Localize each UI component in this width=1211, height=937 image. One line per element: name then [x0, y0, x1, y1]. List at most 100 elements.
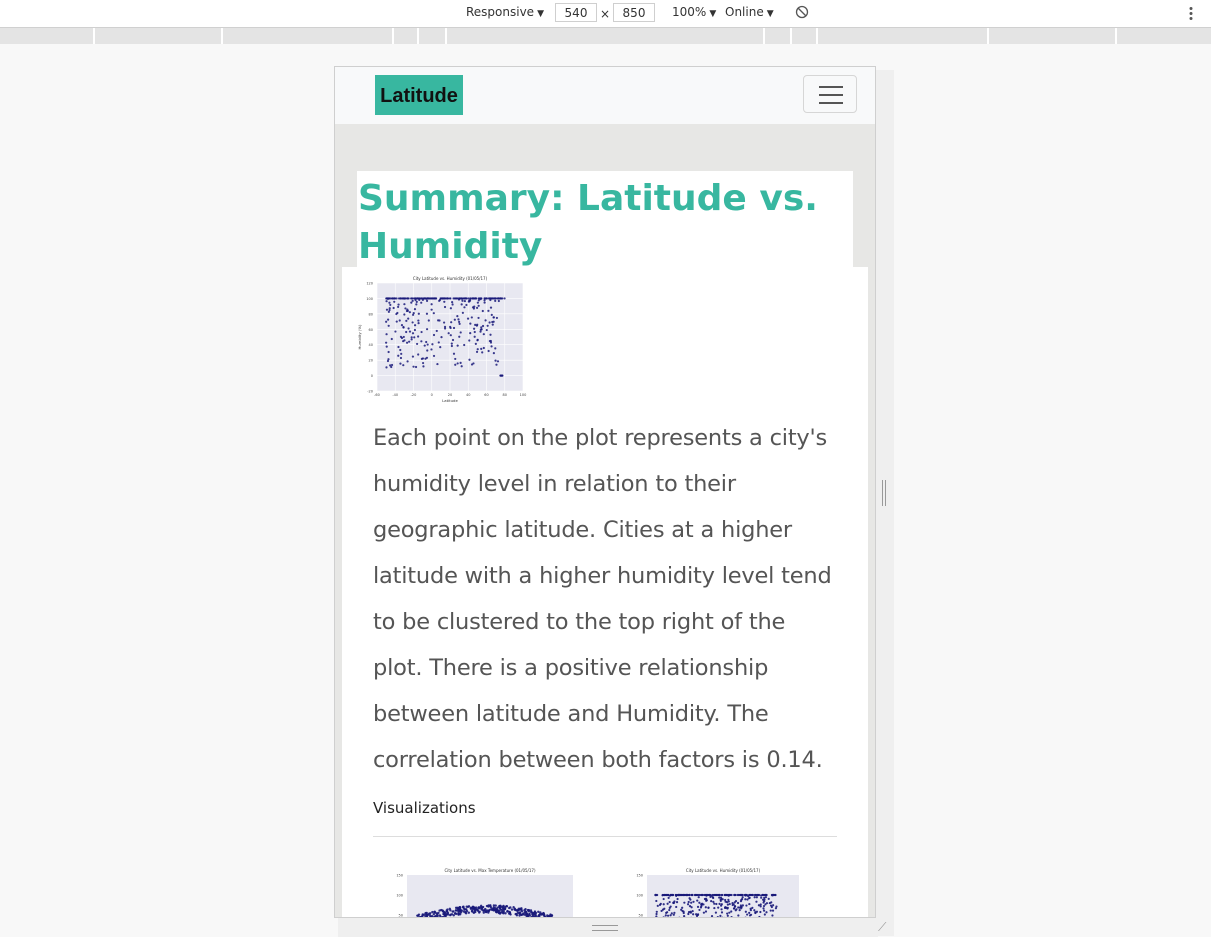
- hamburger-icon[interactable]: [803, 75, 857, 113]
- data-point: [508, 912, 511, 915]
- media-query-bar[interactable]: [0, 28, 1211, 44]
- data-point: [476, 339, 479, 342]
- data-point: [510, 908, 514, 911]
- data-point: [762, 907, 765, 910]
- data-point: [762, 904, 766, 908]
- data-point: [456, 315, 459, 318]
- data-point: [451, 338, 455, 342]
- data-point: [486, 324, 489, 327]
- data-point: [759, 894, 763, 897]
- data-point: [410, 338, 413, 341]
- data-point: [668, 906, 671, 909]
- data-point: [472, 362, 475, 365]
- data-point: [411, 355, 415, 358]
- data-point: [703, 897, 707, 901]
- humidity-scatter-thumbnail[interactable]: City Latitude vs. Humidity (01/05/17) 50 1…: [621, 867, 801, 918]
- data-point: [698, 901, 701, 904]
- data-point: [719, 898, 722, 901]
- data-point: [415, 303, 418, 306]
- data-point: [430, 308, 433, 311]
- data-point: [505, 905, 508, 908]
- data-point: [451, 910, 454, 913]
- data-point: [402, 364, 405, 367]
- network-select[interactable]: Online ▼: [725, 5, 774, 19]
- data-point: [658, 916, 660, 917]
- data-point: [688, 904, 692, 908]
- data-point: [470, 316, 473, 319]
- device-viewport: Latitude Summary: Latitude vs. Humidity …: [334, 66, 876, 918]
- data-point: [387, 318, 390, 321]
- data-point: [432, 333, 436, 337]
- height-input[interactable]: 850: [613, 3, 655, 22]
- data-point: [413, 336, 416, 339]
- data-point: [465, 905, 468, 908]
- data-point: [739, 916, 741, 917]
- data-point: [513, 908, 516, 911]
- y-tick-label: 100: [396, 894, 403, 898]
- data-point: [491, 320, 494, 324]
- data-point: [484, 319, 487, 322]
- data-point: [764, 896, 768, 899]
- data-point: [461, 299, 464, 302]
- data-point: [765, 911, 768, 914]
- data-point: [724, 916, 726, 917]
- zoom-select[interactable]: 100% ▼: [672, 5, 716, 19]
- resize-handle-corner[interactable]: ⟋: [878, 920, 886, 935]
- chevron-down-icon: ▼: [537, 9, 544, 19]
- data-point: [397, 354, 400, 357]
- data-point: [436, 362, 439, 366]
- data-point: [463, 299, 466, 303]
- navbar-brand[interactable]: Latitude: [375, 75, 463, 115]
- humidity-scatter-plot: -20 0 20 40 60 80 100 120 -60 -40 -20 0 20 40 60 80 100 C…: [349, 273, 533, 409]
- width-input[interactable]: 540: [555, 3, 597, 22]
- data-point: [456, 344, 459, 347]
- temperature-scatter-thumbnail[interactable]: City Latitude vs. Max Temperature (01/05…: [383, 867, 578, 918]
- more-vert-icon[interactable]: [1188, 6, 1194, 25]
- data-point: [670, 912, 673, 915]
- data-point: [509, 906, 512, 909]
- data-point: [449, 307, 452, 310]
- data-point: [489, 341, 493, 344]
- data-point: [714, 911, 718, 914]
- rotate-icon[interactable]: [795, 5, 809, 22]
- data-point: [491, 323, 494, 326]
- data-point: [454, 363, 457, 366]
- data-point: [412, 365, 415, 368]
- data-point: [434, 911, 437, 914]
- data-point: [523, 913, 527, 916]
- page-title: Summary: Latitude vs. Humidity: [358, 178, 818, 267]
- data-point: [422, 917, 424, 918]
- data-point: [772, 904, 775, 907]
- data-point: [400, 324, 404, 327]
- resize-handle-right[interactable]: [882, 480, 886, 506]
- data-point: [458, 320, 461, 323]
- data-point: [421, 361, 425, 365]
- data-point: [454, 909, 458, 912]
- data-point: [669, 914, 672, 917]
- data-point: [666, 902, 669, 905]
- data-point: [754, 893, 758, 897]
- data-point: [396, 311, 399, 315]
- data-point: [443, 914, 447, 917]
- data-point: [431, 343, 434, 346]
- data-point: [733, 901, 736, 904]
- data-point: [390, 363, 394, 367]
- data-point: [415, 297, 418, 300]
- x-tick-label: 80: [503, 393, 507, 397]
- data-point: [469, 297, 473, 300]
- data-point: [547, 917, 549, 918]
- visualizations-label[interactable]: Visualizations: [373, 799, 476, 817]
- data-point: [480, 347, 483, 350]
- data-point: [738, 906, 741, 909]
- device-select[interactable]: Responsive ▼: [466, 5, 544, 19]
- x-axis-label: Latitude: [442, 398, 458, 403]
- data-point: [432, 354, 436, 358]
- data-point: [479, 330, 482, 333]
- resize-handle-bottom[interactable]: [592, 925, 618, 931]
- data-point: [757, 904, 761, 907]
- data-point: [665, 893, 668, 897]
- data-point: [420, 340, 423, 343]
- x-tick-label: 60: [484, 393, 488, 397]
- data-point: [755, 896, 758, 899]
- data-point: [404, 307, 407, 310]
